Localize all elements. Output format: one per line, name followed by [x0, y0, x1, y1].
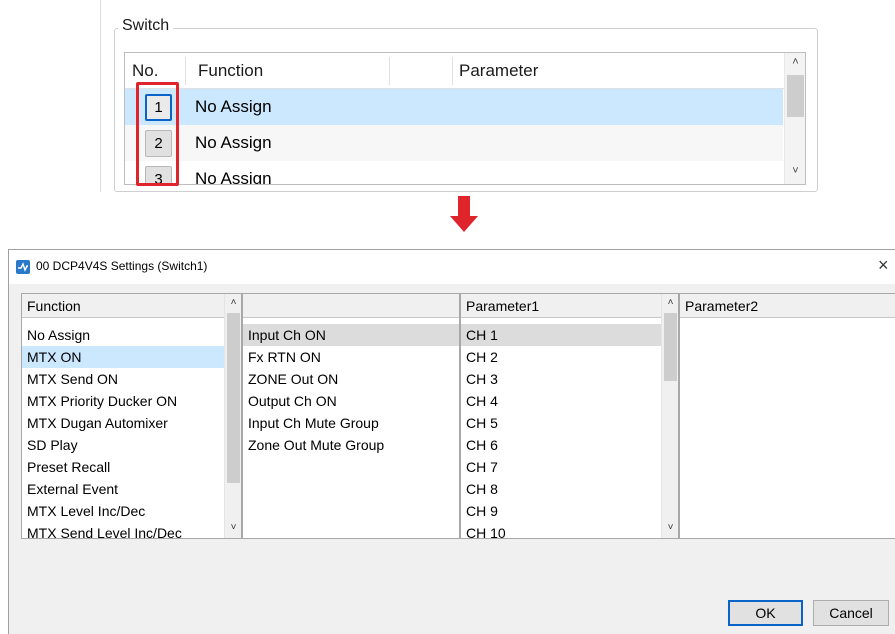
app-icon [16, 260, 30, 274]
list-item[interactable]: ZONE Out ON [243, 368, 459, 390]
sub-function-list: Input Ch ON Fx RTN ON ZONE Out ON Output… [242, 293, 460, 539]
function-list: Function No Assign MTX ON MTX Send ON MT… [21, 293, 242, 541]
list-item[interactable]: CH 9 [461, 500, 661, 522]
list-item[interactable]: CH 7 [461, 456, 661, 478]
list-item[interactable]: CH 5 [461, 412, 661, 434]
column-header-parameter[interactable]: Parameter [459, 53, 538, 89]
function-list-header[interactable]: Function [22, 294, 224, 318]
list-item[interactable]: MTX Level Inc/Dec [22, 500, 224, 522]
list-item[interactable]: Input Ch Mute Group [243, 412, 459, 434]
list-item[interactable]: Preset Recall [22, 456, 224, 478]
switch-table-header: No. Function Parameter [125, 53, 785, 89]
switch-function-cell: No Assign [195, 97, 272, 116]
parameter1-list-header[interactable]: Parameter1 [461, 294, 661, 318]
list-item[interactable]: Output Ch ON [243, 390, 459, 412]
cancel-button[interactable]: Cancel [813, 600, 889, 626]
ok-button[interactable]: OK [728, 600, 803, 626]
parameter2-list: Parameter2 [679, 293, 895, 539]
frame-divider [100, 0, 101, 192]
settings-dialog: 00 DCP4V4S Settings (Switch1) × Function… [8, 249, 895, 634]
dialog-title: 00 DCP4V4S Settings (Switch1) [36, 259, 208, 273]
scroll-down-icon[interactable]: ˅ [662, 522, 679, 533]
scroll-up-icon[interactable]: ˄ [785, 56, 805, 68]
annotation-highlight-box [136, 82, 179, 186]
switch-group-title: Switch [118, 17, 174, 35]
list-item[interactable]: CH 10 [461, 522, 661, 544]
column-separator [389, 57, 390, 85]
switch-table-scrollbar[interactable]: ˄ ˅ [784, 53, 805, 184]
list-item[interactable]: External Event [22, 478, 224, 500]
function-list-scrollbar[interactable]: ˄ ˅ [224, 294, 241, 538]
table-row[interactable]: 1 No Assign [125, 89, 783, 125]
list-item[interactable]: CH 8 [461, 478, 661, 500]
scroll-down-icon[interactable]: ˅ [225, 522, 242, 533]
list-item[interactable]: MTX Priority Ducker ON [22, 390, 224, 412]
parameter1-list: Parameter1 CH 1 CH 2 CH 3 CH 4 CH 5 CH 6… [460, 293, 679, 541]
list-item[interactable]: MTX Send ON [22, 368, 224, 390]
list-item[interactable]: Fx RTN ON [243, 346, 459, 368]
switch-table: No. Function Parameter 1 No Assign 2 No … [124, 52, 806, 185]
scroll-up-icon[interactable]: ˄ [225, 297, 242, 308]
list-item-selected[interactable]: Input Ch ON [243, 324, 459, 346]
list-item[interactable]: SD Play [22, 434, 224, 456]
scrollbar-thumb[interactable] [227, 313, 240, 483]
table-row[interactable]: 2 No Assign [125, 125, 783, 161]
list-item[interactable]: No Assign [22, 324, 224, 346]
switch-function-cell: No Assign [195, 169, 272, 185]
list-item-selected[interactable]: MTX ON [22, 346, 224, 368]
list-item[interactable]: CH 2 [461, 346, 661, 368]
list-item[interactable]: Zone Out Mute Group [243, 434, 459, 456]
list-item[interactable]: CH 6 [461, 434, 661, 456]
list-item[interactable]: MTX Dugan Automixer [22, 412, 224, 434]
list-item[interactable]: CH 3 [461, 368, 661, 390]
down-arrow-icon [450, 196, 478, 232]
close-icon[interactable]: × [878, 255, 889, 276]
switch-function-cell: No Assign [195, 133, 272, 152]
scroll-down-icon[interactable]: ˅ [785, 165, 805, 177]
list-item[interactable]: MTX Send Level Inc/Dec [22, 522, 224, 544]
table-row[interactable]: 3 No Assign [125, 161, 783, 185]
dialog-titlebar: 00 DCP4V4S Settings (Switch1) × [9, 250, 895, 284]
parameter1-list-scrollbar[interactable]: ˄ ˅ [661, 294, 678, 538]
sub-function-list-header[interactable] [243, 294, 459, 318]
scrollbar-thumb[interactable] [787, 75, 804, 117]
column-separator [452, 57, 453, 85]
scrollbar-thumb[interactable] [664, 313, 677, 381]
column-header-function[interactable]: Function [198, 53, 263, 89]
column-separator [185, 57, 186, 85]
list-item-selected[interactable]: CH 1 [461, 324, 661, 346]
list-item[interactable]: CH 4 [461, 390, 661, 412]
scroll-up-icon[interactable]: ˄ [662, 297, 679, 308]
parameter2-list-header[interactable]: Parameter2 [680, 294, 895, 318]
